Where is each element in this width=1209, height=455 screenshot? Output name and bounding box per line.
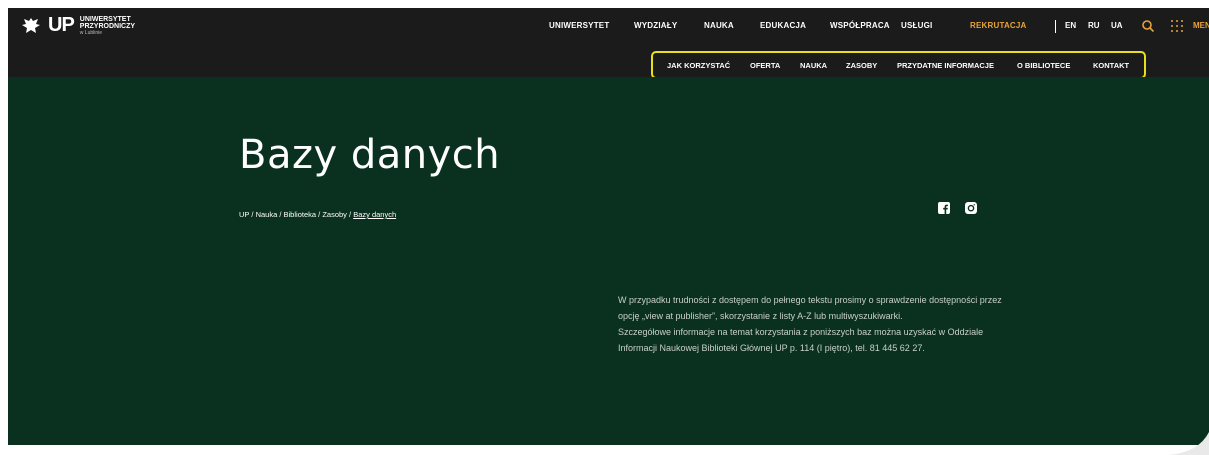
university-logo[interactable]: UP UNIWERSYTET PRZYRODNICZY w Lublinie: [20, 14, 135, 37]
nav-item-wspolpraca[interactable]: WSPÓŁPRACA: [830, 21, 890, 30]
top-bar: UP UNIWERSYTET PRZYRODNICZY w Lublinie U…: [8, 8, 1209, 79]
logo-text: UNIWERSYTET PRZYRODNICZY w Lublinie: [80, 16, 135, 37]
corner-curve: [1169, 432, 1209, 455]
library-subnav: JAK KORZYSTAĆ OFERTA NAUKA ZASOBY PRZYDA…: [651, 51, 1146, 79]
info-paragraph-access: W przypadku trudności z dostępem do pełn…: [618, 295, 1002, 321]
eagle-emblem-icon: [22, 18, 40, 33]
subnav-item-o-bibliotece[interactable]: O BIBLIOTECE: [1017, 61, 1070, 70]
menu-button[interactable]: MENU: [1193, 21, 1209, 30]
grid-dots-icon[interactable]: [1170, 19, 1184, 33]
instagram-icon[interactable]: [965, 202, 977, 214]
logo-line1: UNIWERSYTET: [79, 16, 131, 23]
page-hero: Bazy danych UP / Nauka / Biblioteka / Za…: [8, 77, 1209, 445]
subnav-item-przydatne-informacje[interactable]: PRZYDATNE INFORMACJE: [897, 61, 994, 70]
nav-item-nauka[interactable]: NAUKA: [704, 21, 734, 30]
breadcrumb-zasoby[interactable]: Zasoby: [322, 210, 347, 219]
lang-ru[interactable]: RU: [1088, 21, 1100, 30]
breadcrumb-up[interactable]: UP: [239, 210, 249, 219]
nav-item-rekrutacja[interactable]: REKRUTACJA: [970, 21, 1027, 30]
breadcrumb: UP / Nauka / Biblioteka / Zasoby / Bazy …: [239, 210, 396, 219]
logo-line2: PRZYRODNICZY: [79, 23, 136, 30]
subnav-item-zasoby[interactable]: ZASOBY: [846, 61, 877, 70]
info-paragraph-contact: Szczegółowe informacje na temat korzysta…: [618, 327, 984, 353]
subnav-item-jak-korzystac[interactable]: JAK KORZYSTAĆ: [667, 61, 730, 70]
breadcrumb-biblioteka[interactable]: Biblioteka: [284, 210, 317, 219]
info-text: W przypadku trudności z dostępem do pełn…: [618, 292, 1008, 356]
page-title: Bazy danych: [239, 132, 501, 178]
subnav-item-nauka[interactable]: NAUKA: [800, 61, 827, 70]
facebook-icon[interactable]: [938, 202, 950, 214]
search-icon[interactable]: [1141, 19, 1155, 33]
breadcrumb-current[interactable]: Bazy danych: [353, 210, 396, 219]
nav-item-wydzialy[interactable]: WYDZIAŁY: [634, 21, 677, 30]
subnav-item-kontakt[interactable]: KONTAKT: [1093, 61, 1129, 70]
lang-ua[interactable]: UA: [1111, 21, 1123, 30]
logo-line3: w Lublinie: [79, 30, 103, 36]
logo-brand: UP: [48, 14, 75, 36]
nav-item-uslugi[interactable]: USŁUGI: [901, 21, 932, 30]
nav-divider: [1055, 20, 1056, 33]
breadcrumb-nauka[interactable]: Nauka: [256, 210, 278, 219]
lang-en[interactable]: EN: [1065, 21, 1076, 30]
nav-item-edukacja[interactable]: EDUKACJA: [760, 21, 806, 30]
nav-item-uniwersytet[interactable]: UNIWERSYTET: [549, 21, 609, 30]
subnav-item-oferta[interactable]: OFERTA: [750, 61, 780, 70]
